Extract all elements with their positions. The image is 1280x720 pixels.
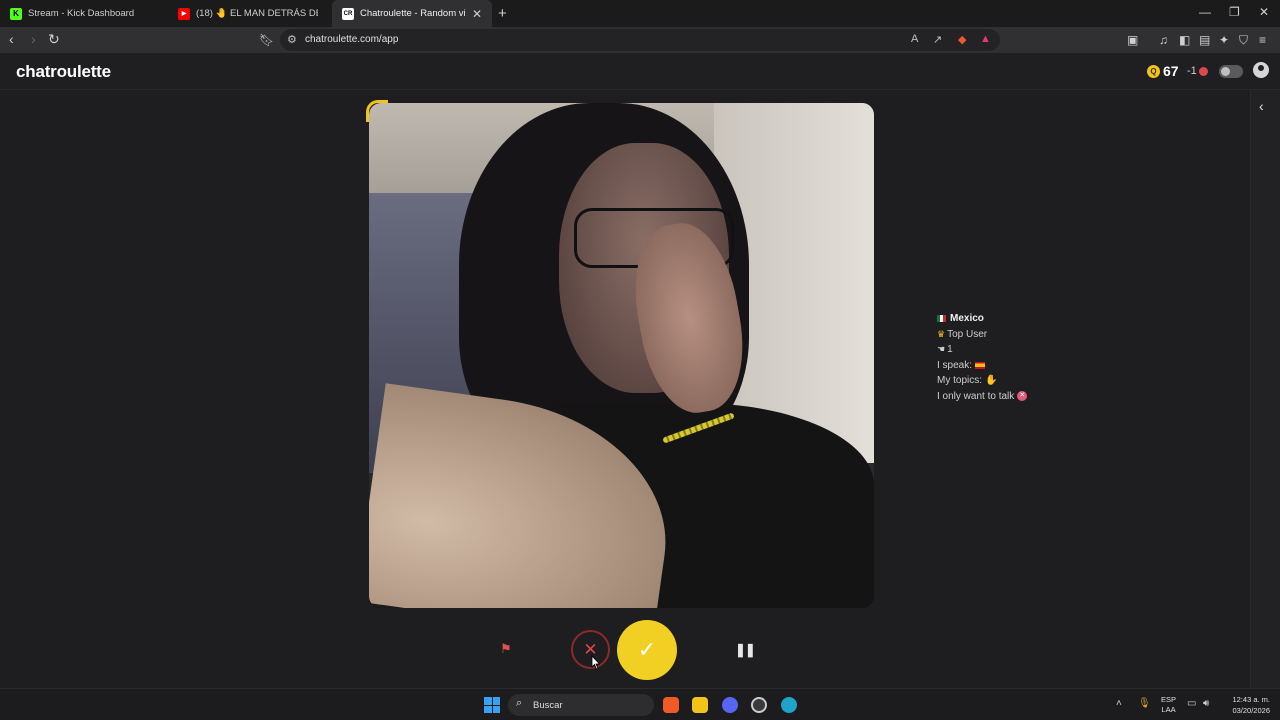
youtube-icon: ▶ bbox=[178, 7, 190, 20]
language-code: ESP bbox=[1161, 695, 1177, 704]
brave-rewards-icon[interactable]: ▲ bbox=[980, 33, 991, 45]
volume-icon[interactable]: 🔊︎ bbox=[1203, 698, 1209, 709]
tab-kick-dashboard[interactable]: K Stream - Kick Dashboard bbox=[0, 0, 168, 27]
close-tab-icon[interactable]: ✕ bbox=[466, 7, 482, 21]
mexico-flag-icon bbox=[937, 315, 946, 323]
coin-delta: -1 bbox=[1187, 65, 1197, 77]
chevron-left-icon[interactable]: ‹ bbox=[1259, 98, 1264, 114]
discord-icon[interactable] bbox=[722, 697, 738, 713]
tab-title: (18) 🤚 EL MAN DETRÁS DE TUS HIT bbox=[196, 8, 318, 19]
address-bar[interactable]: ⚙︎ chatroulette.com/app A ↗ ◆ ▲ bbox=[280, 29, 1000, 51]
file-explorer-icon[interactable] bbox=[692, 697, 708, 713]
windows-start-icon[interactable] bbox=[484, 697, 500, 713]
language-indicator[interactable]: ESP LAA bbox=[1161, 695, 1176, 715]
clock-time: 12:43 a. m. bbox=[1232, 695, 1270, 704]
forward-icon[interactable]: › bbox=[31, 31, 36, 47]
sidebar-icon[interactable]: ◧ bbox=[1179, 33, 1190, 47]
check-icon: ✓ bbox=[637, 637, 657, 662]
spain-flag-icon bbox=[975, 361, 986, 369]
media-icon[interactable]: ♫ bbox=[1159, 33, 1168, 47]
app-logo[interactable]: chatroulette bbox=[16, 62, 111, 82]
maximize-button[interactable]: ❐ bbox=[1229, 5, 1240, 19]
chatroulette-icon: CR bbox=[342, 7, 354, 20]
clock-date: 03/20/2026 bbox=[1232, 706, 1270, 715]
report-button[interactable]: ⚑ bbox=[500, 641, 512, 657]
crown-icon: ♛ bbox=[937, 328, 946, 339]
mouse-cursor-icon bbox=[591, 655, 601, 670]
user-avatar-icon[interactable] bbox=[1253, 62, 1269, 78]
tab-youtube-video[interactable]: ▶ (18) 🤚 EL MAN DETRÁS DE TUS HIT bbox=[168, 0, 328, 27]
loading-arc-indicator bbox=[366, 100, 388, 122]
bookmark-icon[interactable]: 🔖︎ bbox=[259, 33, 274, 47]
taskbar-search-placeholder: Buscar bbox=[533, 700, 563, 711]
leo-ai-icon[interactable]: ✦ bbox=[1219, 33, 1229, 47]
system-clock[interactable]: 12:43 a. m. 03/20/2026 bbox=[1224, 694, 1270, 716]
browser-toolbar: ‹ › ↻ 🔖︎ ⚙︎ chatroulette.com/app A ↗ ◆ ▲… bbox=[0, 27, 1280, 53]
network-icon[interactable]: ▭ bbox=[1187, 698, 1196, 709]
site-info-icon[interactable]: ⚙︎ bbox=[287, 33, 297, 46]
filter-toggle[interactable] bbox=[1219, 65, 1243, 78]
tab-title: Stream - Kick Dashboard bbox=[28, 8, 135, 19]
no-entry-icon: ✕ bbox=[1017, 391, 1028, 402]
want-label: I only want to talk bbox=[937, 390, 1015, 402]
keyboard-layout: LAA bbox=[1161, 705, 1176, 714]
hand-icon: ☚ bbox=[937, 344, 946, 354]
browser-tab-strip: K Stream - Kick Dashboard ▶ (18) 🤚 EL MA… bbox=[0, 0, 1280, 27]
accept-button[interactable]: ✓ bbox=[617, 620, 677, 680]
menu-icon[interactable]: ≡ bbox=[1259, 33, 1266, 47]
speak-label: I speak: bbox=[937, 359, 973, 371]
right-side-panel: ‹ bbox=[1250, 90, 1280, 688]
reload-icon[interactable]: ↻ bbox=[48, 31, 60, 48]
flag-icon: ⚑ bbox=[500, 641, 512, 656]
partner-badge: Top User bbox=[947, 328, 988, 340]
kick-icon: K bbox=[10, 7, 22, 20]
partner-count: 1 bbox=[947, 344, 953, 355]
coin-balance[interactable]: 67 bbox=[1163, 63, 1179, 79]
taskbar-search[interactable]: ⌕ Buscar bbox=[508, 694, 654, 716]
partner-info: Mexico ♛ Top User ☚ 1 I speak: My topics: ✋… bbox=[937, 311, 1028, 404]
new-tab-button[interactable]: + bbox=[498, 5, 507, 22]
minimize-button[interactable]: — bbox=[1199, 5, 1211, 19]
pause-icon: ❚❚ bbox=[735, 642, 756, 657]
vpn-icon[interactable]: ⛉ bbox=[1239, 33, 1248, 48]
tab-title: Chatroulette - Random video bbox=[360, 8, 466, 19]
translate-icon[interactable]: A bbox=[911, 33, 918, 45]
screenshot-icon[interactable]: ▣ bbox=[1127, 33, 1138, 47]
windows-taskbar: ⌕ Buscar ˄ 🎙︎ ESP LAA ▭ 🔊︎ 12:43 a. m. 0… bbox=[0, 688, 1280, 720]
brave-browser-icon[interactable] bbox=[663, 697, 679, 713]
waving-hand-icon: ✋ bbox=[985, 375, 998, 386]
back-icon[interactable]: ‹ bbox=[9, 31, 14, 47]
microphone-icon[interactable]: 🎙︎ bbox=[1138, 698, 1151, 709]
search-icon: ⌕ bbox=[516, 697, 523, 709]
partner-country: Mexico bbox=[950, 313, 984, 324]
edge-icon[interactable] bbox=[781, 697, 797, 713]
stop-icon bbox=[1199, 67, 1208, 76]
coin-icon: Q bbox=[1147, 65, 1160, 78]
share-icon[interactable]: ↗ bbox=[933, 33, 942, 46]
toggle-knob bbox=[1221, 67, 1230, 76]
wallet-icon[interactable]: ▤ bbox=[1199, 33, 1210, 47]
tab-chatroulette[interactable]: CR Chatroulette - Random video ✕ bbox=[332, 0, 492, 27]
partner-video bbox=[369, 103, 874, 608]
topics-label: My topics: bbox=[937, 375, 983, 386]
pause-button[interactable]: ❚❚ bbox=[735, 642, 756, 658]
close-window-button[interactable]: ✕ bbox=[1259, 5, 1269, 19]
obs-icon[interactable] bbox=[751, 697, 767, 713]
url-text: chatroulette.com/app bbox=[305, 34, 399, 45]
chevron-up-icon[interactable]: ˄ bbox=[1116, 698, 1122, 709]
brave-shields-icon[interactable]: ◆ bbox=[958, 33, 966, 46]
app-header: chatroulette Q 67 -1 bbox=[0, 53, 1280, 90]
